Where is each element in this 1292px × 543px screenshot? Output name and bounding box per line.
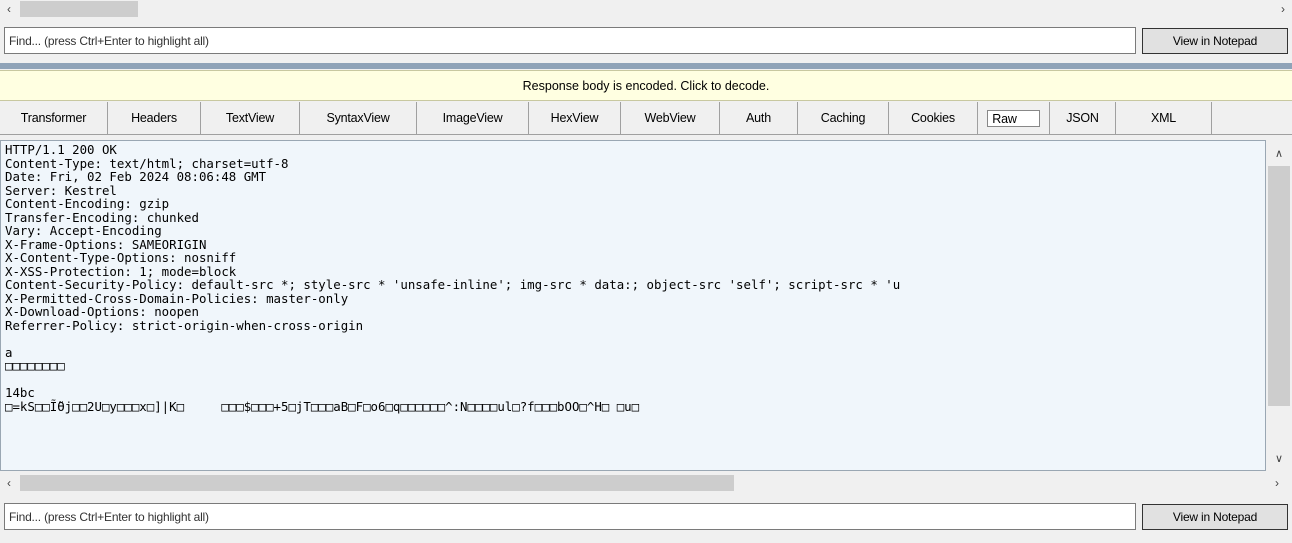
bottom-find-input[interactable]: Find... (press Ctrl+Enter to highlight a… bbox=[4, 503, 1136, 530]
raw-response-text[interactable]: HTTP/1.1 200 OK Content-Type: text/html;… bbox=[1, 141, 1265, 413]
tab-raw[interactable]: Raw bbox=[978, 102, 1050, 134]
tab-caching[interactable]: Caching bbox=[798, 102, 889, 134]
scroll-left-icon[interactable]: ‹ bbox=[0, 472, 18, 494]
decode-banner[interactable]: Response body is encoded. Click to decod… bbox=[0, 70, 1292, 101]
tab-syntaxview[interactable]: SyntaxView bbox=[300, 102, 417, 134]
scroll-right-icon[interactable]: › bbox=[1274, 0, 1292, 18]
find-placeholder: Find... (press Ctrl+Enter to highlight a… bbox=[9, 509, 209, 524]
top-view-in-notepad-button[interactable]: View in Notepad bbox=[1142, 28, 1288, 54]
top-horizontal-scrollbar[interactable]: ‹ › bbox=[0, 0, 1292, 18]
scroll-up-icon[interactable]: ∧ bbox=[1266, 144, 1292, 162]
tab-imageview[interactable]: ImageView bbox=[417, 102, 529, 134]
scroll-right-icon[interactable]: › bbox=[1268, 472, 1286, 494]
scrollbar-thumb[interactable] bbox=[1268, 166, 1290, 406]
scrollbar-thumb[interactable] bbox=[20, 475, 734, 491]
tab-webview[interactable]: WebView bbox=[621, 102, 720, 134]
tab-cookies[interactable]: Cookies bbox=[889, 102, 978, 134]
tab-textview[interactable]: TextView bbox=[201, 102, 300, 134]
find-placeholder: Find... (press Ctrl+Enter to highlight a… bbox=[9, 33, 209, 48]
tab-json[interactable]: JSON bbox=[1050, 102, 1116, 134]
inspector-tabs: Transformer Headers TextView SyntaxView … bbox=[0, 102, 1292, 135]
scroll-down-icon[interactable]: ∨ bbox=[1266, 449, 1292, 467]
tab-transformer[interactable]: Transformer bbox=[0, 102, 108, 134]
top-find-input[interactable]: Find... (press Ctrl+Enter to highlight a… bbox=[4, 27, 1136, 54]
scrollbar-thumb[interactable] bbox=[20, 1, 138, 17]
pane-splitter[interactable] bbox=[0, 63, 1292, 69]
tab-headers[interactable]: Headers bbox=[108, 102, 201, 134]
raw-response-textarea[interactable]: HTTP/1.1 200 OK Content-Type: text/html;… bbox=[0, 140, 1266, 471]
tab-hexview[interactable]: HexView bbox=[529, 102, 621, 134]
tab-xml[interactable]: XML bbox=[1116, 102, 1212, 134]
bottom-view-in-notepad-button[interactable]: View in Notepad bbox=[1142, 504, 1288, 530]
body-vertical-scrollbar[interactable]: ∧ ∨ bbox=[1266, 140, 1292, 471]
body-horizontal-scrollbar[interactable]: ‹ › bbox=[0, 472, 1292, 494]
scroll-left-icon[interactable]: ‹ bbox=[0, 0, 18, 18]
tab-auth[interactable]: Auth bbox=[720, 102, 798, 134]
